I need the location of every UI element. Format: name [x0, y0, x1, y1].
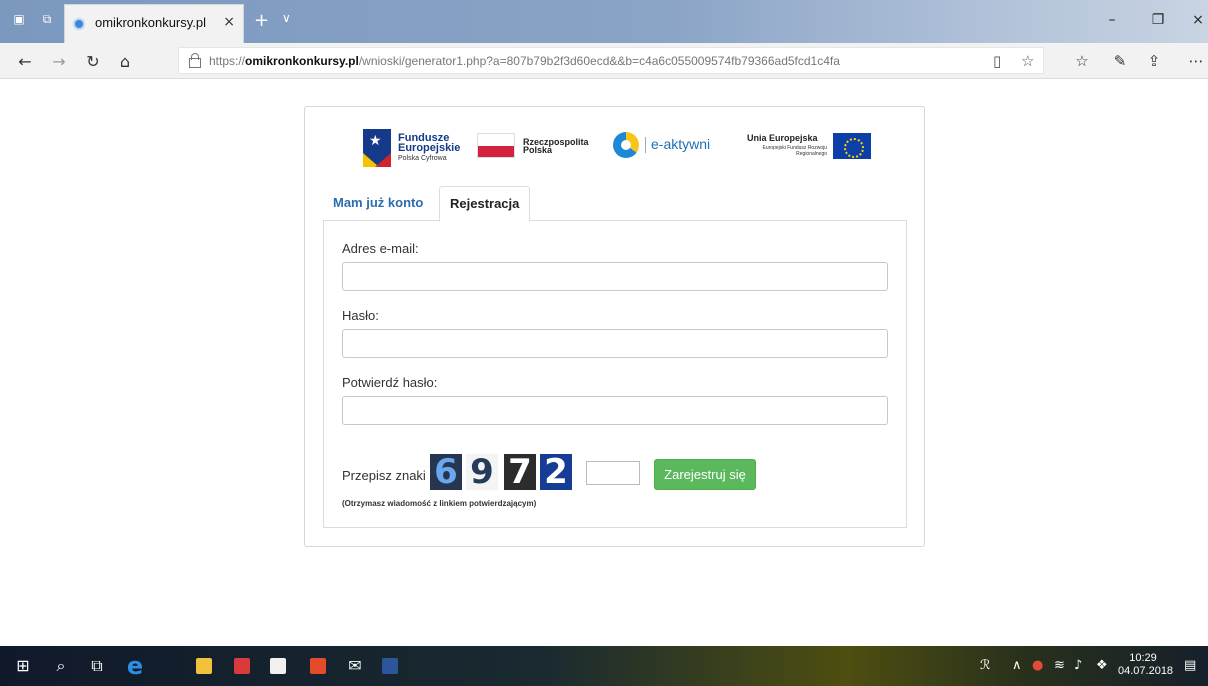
- browser-tab[interactable]: omikronkonkursy.pl ×: [64, 4, 244, 43]
- register-button[interactable]: Zarejestruj się: [654, 459, 756, 490]
- windows-taskbar: ⊞ ⌕ ⧉ e ✉ ℛ ∧ ● ≋ ♪ ❖ 10:29 04.07.2018 ▤: [0, 646, 1208, 686]
- reading-view-icon[interactable]: ▯: [993, 52, 1001, 70]
- url-domain: omikronkonkursy.pl: [245, 54, 359, 68]
- polish-flag: [477, 133, 515, 158]
- tab-login[interactable]: Mam już konto: [323, 186, 433, 222]
- app-tray-icon[interactable]: ●: [1032, 658, 1043, 673]
- form-tabs: Mam już konto Rejestracja: [323, 186, 907, 222]
- home-icon[interactable]: ⌂: [116, 52, 134, 71]
- e-aktywni-logo-icon: [613, 132, 639, 158]
- captcha-label: Przepisz znaki: [342, 468, 426, 483]
- tab-menu-chevron-icon[interactable]: ∨: [282, 11, 291, 25]
- favorites-hub-icon[interactable]: ☆: [1072, 52, 1092, 70]
- file-explorer-icon[interactable]: [196, 658, 212, 674]
- browser-titlebar: ▣ ⧉ omikronkonkursy.pl × + ∨ – ❐ ×: [0, 0, 1208, 43]
- edge-icon[interactable]: e: [124, 654, 146, 678]
- ue-logo-line1: Unia Europejska: [747, 133, 818, 143]
- captcha-digit-2: 9: [466, 454, 498, 490]
- sponsor-logos: ★ Fundusze Europejskie Polska Cyfrowa Rz…: [305, 125, 926, 175]
- set-aside-icon[interactable]: ⧉: [40, 12, 54, 26]
- address-input[interactable]: https://omikronkonkursy.pl/wnioski/gener…: [178, 47, 1044, 74]
- address-bar-row: ← → ↻ ⌂ https://omikronkonkursy.pl/wnios…: [0, 43, 1208, 79]
- notification-icon[interactable]: ▤: [1184, 658, 1196, 673]
- favicon: [73, 18, 85, 30]
- url-prefix: https://: [209, 54, 246, 68]
- windows-start-icon[interactable]: ⊞: [12, 656, 34, 676]
- login-card: ★ Fundusze Europejskie Polska Cyfrowa Rz…: [304, 106, 925, 547]
- e-aktywni-logo-text: e-aktywni: [651, 136, 711, 152]
- chevron-up-icon[interactable]: ∧: [1012, 658, 1022, 673]
- eu-flag: [833, 133, 871, 159]
- forward-icon[interactable]: →: [50, 52, 68, 71]
- volume-icon[interactable]: ♪: [1074, 658, 1082, 673]
- app-icon[interactable]: [310, 658, 326, 674]
- ue-logo-line2: Europejski Fundusz Rozwoju Regionalnego: [762, 145, 827, 157]
- fe-logo-line2: Europejskie: [398, 142, 461, 154]
- confirmation-note: (Otrzymasz wiadomość z linkiem potwierdz…: [342, 499, 537, 508]
- password-field[interactable]: [342, 329, 888, 358]
- network-icon[interactable]: ≋: [1054, 658, 1065, 673]
- email-field[interactable]: [342, 262, 888, 291]
- star-icon: ★: [369, 133, 382, 149]
- notes-pen-icon[interactable]: ✎: [1110, 52, 1130, 70]
- tab-close-icon[interactable]: ×: [223, 14, 235, 30]
- favorite-star-icon[interactable]: ☆: [1021, 52, 1034, 70]
- confirm-password-label: Potwierdź hasło:: [342, 375, 438, 390]
- tab-register[interactable]: Rejestracja: [439, 186, 531, 222]
- maximize-button[interactable]: ❐: [1148, 12, 1168, 28]
- dropbox-icon[interactable]: ❖: [1096, 658, 1108, 673]
- store-icon[interactable]: [270, 658, 286, 674]
- tab-preview-icon[interactable]: ▣: [12, 12, 26, 26]
- back-icon[interactable]: ←: [16, 52, 34, 71]
- lock-icon: [189, 53, 201, 68]
- fundusze-europejskie-logo: ★: [363, 129, 391, 167]
- task-view-icon[interactable]: ⧉: [86, 656, 108, 676]
- close-window-button[interactable]: ×: [1188, 12, 1208, 28]
- fe-logo-line3: Polska Cyfrowa: [398, 155, 447, 162]
- search-icon[interactable]: ⌕: [50, 656, 72, 676]
- url-path: /wnioski/generator1.php?a=807b79b2f3d60e…: [358, 54, 840, 68]
- clock-date: 04.07.2018: [1118, 665, 1174, 677]
- system-clock[interactable]: 10:29 04.07.2018: [1118, 652, 1174, 678]
- envelope-icon[interactable]: ✉: [344, 656, 366, 676]
- password-label: Hasło:: [342, 308, 379, 323]
- captcha-digit-3: 7: [504, 454, 536, 490]
- clock-time: 10:29: [1129, 652, 1157, 664]
- rp-logo-line2: Polska: [523, 145, 553, 155]
- email-label: Adres e-mail:: [342, 241, 419, 256]
- mail-icon[interactable]: [234, 658, 250, 674]
- captcha-digit-1: 6: [430, 454, 462, 490]
- register-panel: Adres e-mail: Hasło: Potwierdź hasło: Pr…: [323, 221, 907, 528]
- people-icon[interactable]: ℛ: [980, 658, 990, 673]
- share-icon[interactable]: ⇪: [1144, 52, 1164, 70]
- url-text: https://omikronkonkursy.pl/wnioski/gener…: [209, 54, 840, 68]
- confirm-password-field[interactable]: [342, 396, 888, 425]
- captcha-input[interactable]: [586, 461, 640, 485]
- refresh-icon[interactable]: ↻: [84, 52, 102, 71]
- new-tab-button[interactable]: +: [254, 10, 269, 31]
- captcha-digit-4: 2: [540, 454, 572, 490]
- more-icon[interactable]: ⋯: [1186, 52, 1206, 70]
- tab-title: omikronkonkursy.pl: [95, 15, 207, 30]
- minimize-button[interactable]: –: [1102, 12, 1122, 28]
- word-icon[interactable]: [382, 658, 398, 674]
